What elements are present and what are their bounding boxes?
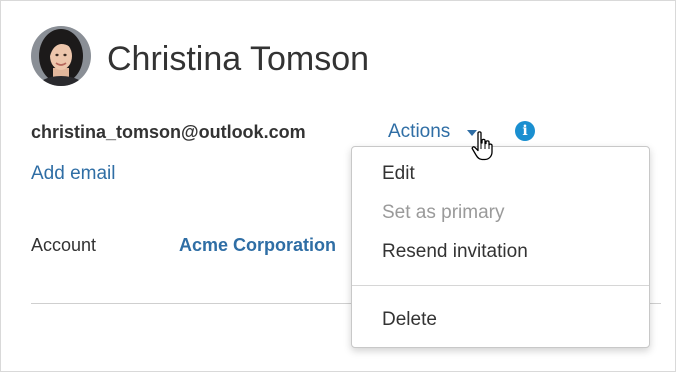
account-link[interactable]: Acme Corporation xyxy=(179,234,355,256)
menu-item-resend-invitation[interactable]: Resend invitation xyxy=(382,241,528,263)
menu-item-delete[interactable]: Delete xyxy=(382,309,437,331)
avatar xyxy=(31,26,91,86)
hand-pointer-icon xyxy=(471,131,493,166)
account-label: Account xyxy=(31,235,97,255)
menu-item-set-as-primary: Set as primary xyxy=(382,202,505,223)
user-name: Christina Tomson xyxy=(107,40,370,78)
menu-item-edit[interactable]: Edit xyxy=(382,163,415,185)
actions-dropdown-button[interactable]: Actions xyxy=(388,121,450,143)
user-profile-panel: Christina Tomson christina_tomson@outloo… xyxy=(0,0,676,372)
primary-email: christina_tomson@outlook.com xyxy=(31,122,306,142)
add-email-link[interactable]: Add email xyxy=(31,163,116,185)
menu-divider xyxy=(352,285,649,286)
info-icon[interactable]: i xyxy=(515,121,535,141)
actions-menu: Edit Set as primary Resend invitation De… xyxy=(351,146,650,348)
